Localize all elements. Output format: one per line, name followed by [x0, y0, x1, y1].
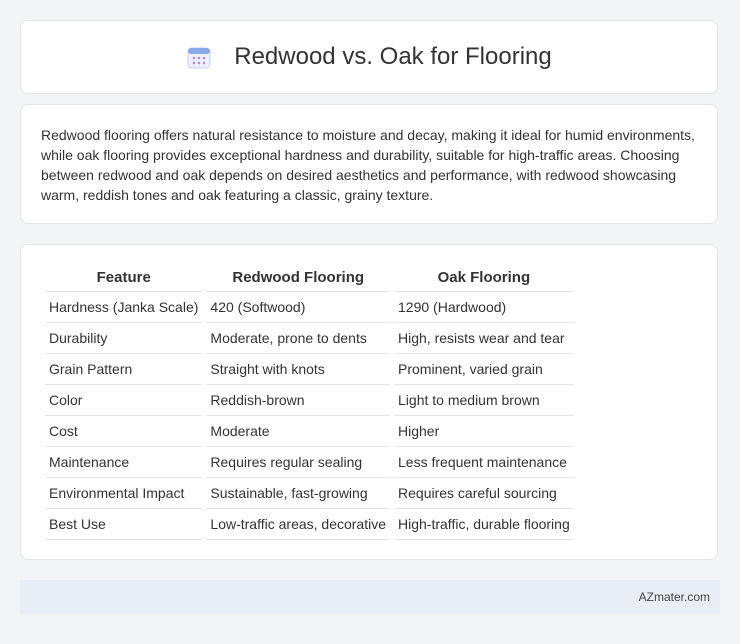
cell-oak: Less frequent maintenance	[394, 447, 574, 478]
comparison-card: Feature Redwood Flooring Oak Flooring Ha…	[20, 244, 718, 560]
cell-redwood: Reddish-brown	[206, 385, 391, 416]
cell-redwood: Moderate	[206, 416, 391, 447]
cell-feature: Color	[45, 385, 203, 416]
cell-feature: Maintenance	[45, 447, 203, 478]
page-title: Redwood vs. Oak for Flooring	[234, 43, 552, 70]
cell-redwood: 420 (Softwood)	[206, 292, 391, 323]
header-card: Redwood vs. Oak for Flooring	[20, 20, 718, 94]
cell-oak: Prominent, varied grain	[394, 354, 574, 385]
cell-oak: 1290 (Hardwood)	[394, 292, 574, 323]
cell-oak: High, resists wear and tear	[394, 323, 574, 354]
cell-oak: Higher	[394, 416, 574, 447]
cell-redwood: Straight with knots	[206, 354, 391, 385]
cell-redwood: Moderate, prone to dents	[206, 323, 391, 354]
cell-oak: Light to medium brown	[394, 385, 574, 416]
table-row: Best Use Low-traffic areas, decorative H…	[45, 509, 574, 540]
table-row: Hardness (Janka Scale) 420 (Softwood) 12…	[45, 292, 574, 323]
calendar-icon	[186, 44, 212, 70]
cell-feature: Environmental Impact	[45, 478, 203, 509]
table-row: Color Reddish-brown Light to medium brow…	[45, 385, 574, 416]
cell-redwood: Low-traffic areas, decorative	[206, 509, 391, 540]
cell-feature: Durability	[45, 323, 203, 354]
cell-redwood: Sustainable, fast-growing	[206, 478, 391, 509]
table-header-row: Feature Redwood Flooring Oak Flooring	[45, 263, 574, 292]
cell-feature: Cost	[45, 416, 203, 447]
intro-card: Redwood flooring offers natural resistan…	[20, 104, 718, 224]
comparison-table: Feature Redwood Flooring Oak Flooring Ha…	[41, 263, 578, 540]
cell-oak: Requires careful sourcing	[394, 478, 574, 509]
table-row: Cost Moderate Higher	[45, 416, 574, 447]
table-row: Maintenance Requires regular sealing Les…	[45, 447, 574, 478]
cell-oak: High-traffic, durable flooring	[394, 509, 574, 540]
title-wrap: Redwood vs. Oak for Flooring	[186, 43, 552, 71]
table-row: Durability Moderate, prone to dents High…	[45, 323, 574, 354]
cell-feature: Hardness (Janka Scale)	[45, 292, 203, 323]
footer-bar: AZmater.com	[20, 580, 720, 614]
column-header-feature: Feature	[45, 263, 203, 292]
cell-redwood: Requires regular sealing	[206, 447, 391, 478]
footer-site-link[interactable]: AZmater.com	[639, 590, 710, 604]
column-header-redwood: Redwood Flooring	[206, 263, 391, 292]
table-row: Environmental Impact Sustainable, fast-g…	[45, 478, 574, 509]
cell-feature: Best Use	[45, 509, 203, 540]
column-header-oak: Oak Flooring	[394, 263, 574, 292]
intro-paragraph: Redwood flooring offers natural resistan…	[41, 127, 695, 203]
table-row: Grain Pattern Straight with knots Promin…	[45, 354, 574, 385]
cell-feature: Grain Pattern	[45, 354, 203, 385]
